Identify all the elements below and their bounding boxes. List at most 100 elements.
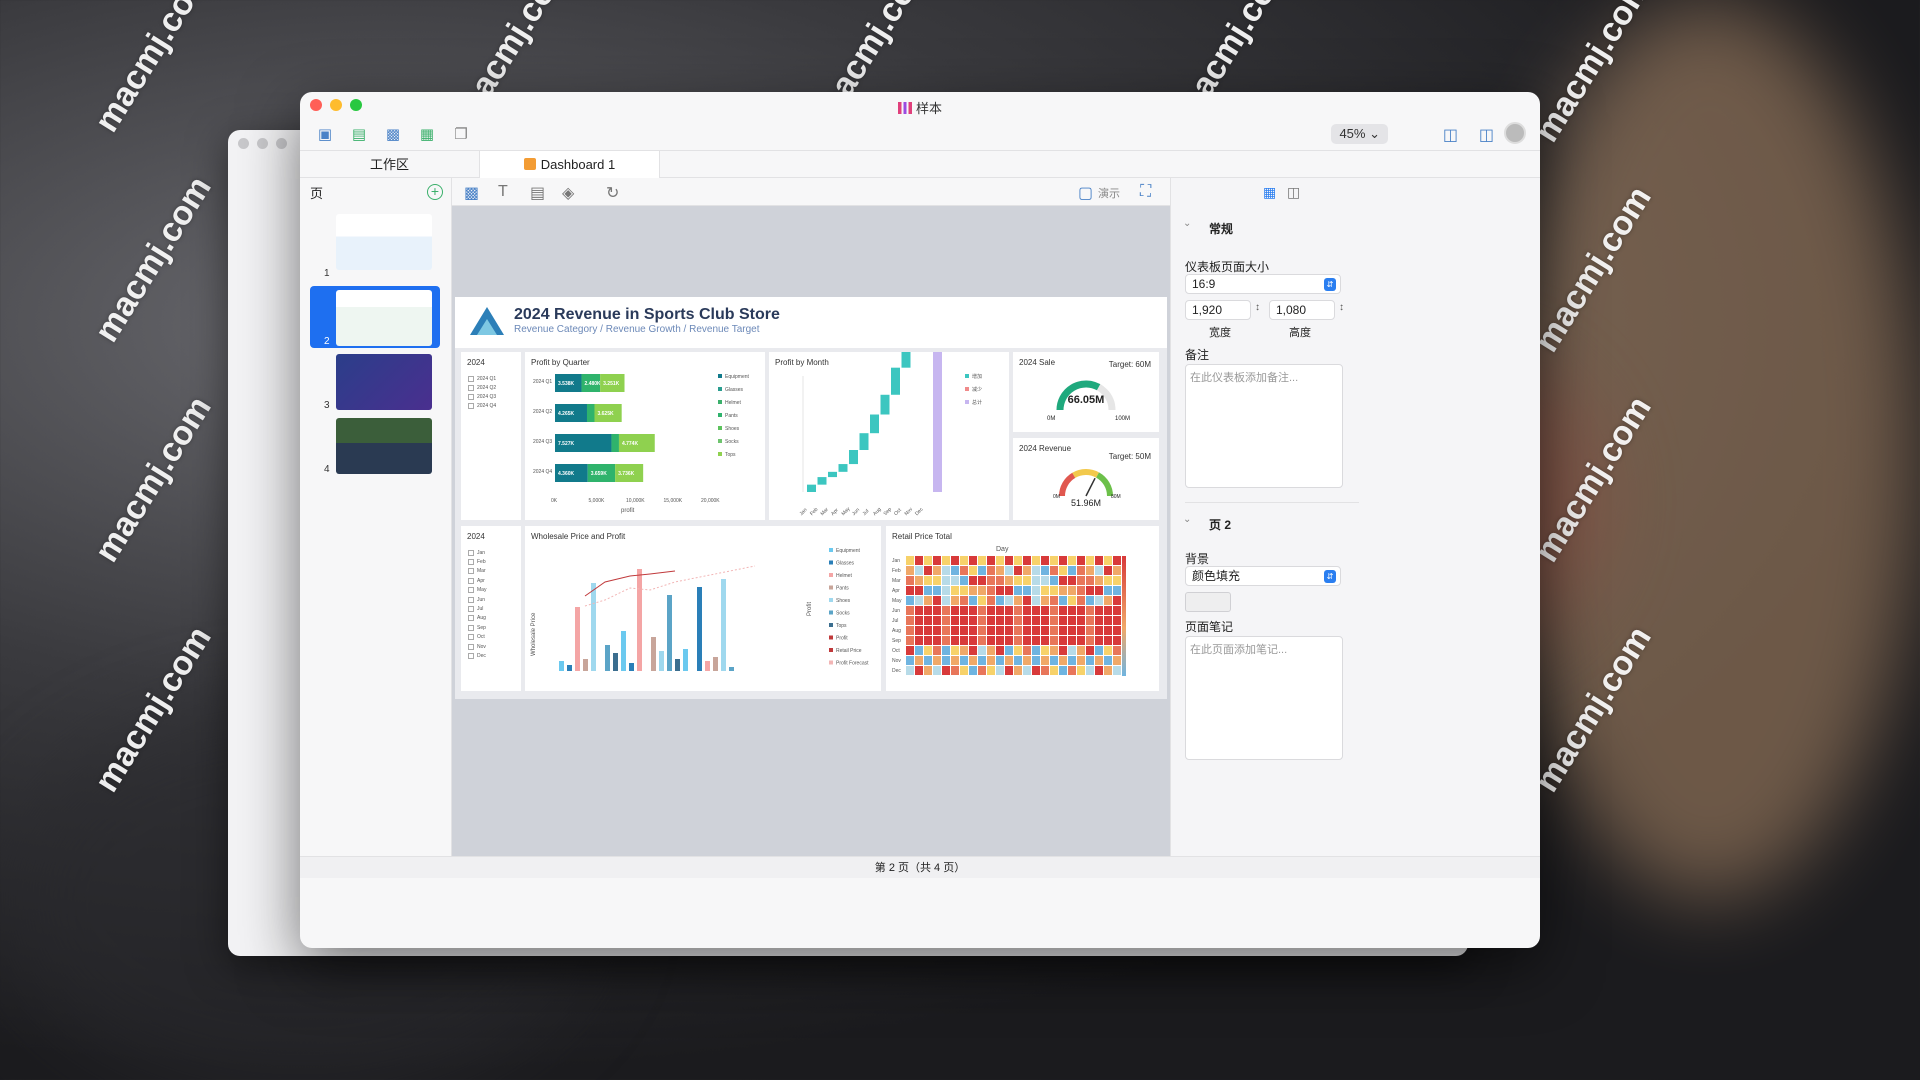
section-page[interactable]: 页 2 [1209,516,1231,533]
filter-item[interactable]: Sep [468,623,486,632]
page-thumbnail-1[interactable] [336,214,432,270]
save-icon[interactable]: ▣ [314,123,336,145]
heat-cell [1014,596,1022,605]
text-icon[interactable]: T [498,183,508,201]
checkbox[interactable] [468,615,474,622]
properties-tab-icon[interactable]: ▦ [1263,184,1276,201]
checkbox[interactable] [468,402,474,409]
chart-add-icon[interactable]: ▩ [382,123,404,145]
filter-item[interactable]: Nov [468,642,486,651]
dashboard-add-icon[interactable]: ▦ [416,123,438,145]
refresh-icon[interactable]: ↻ [606,183,619,203]
height-field[interactable]: 1,080 [1269,300,1335,320]
checkbox[interactable] [468,577,474,584]
present-label[interactable]: 演示 [1098,185,1120,201]
zoom-select[interactable]: 45% ⌄ [1331,124,1388,144]
filter-item[interactable]: Oct [468,633,486,642]
tab-label: 工作区 [369,157,409,172]
heat-cell [1068,566,1076,575]
page-size-select[interactable]: 16:9 ⇵ [1185,274,1341,294]
background-select[interactable]: 颜色填充 ⇵ [1185,566,1341,586]
row-label: Dec [892,668,901,674]
page-thumbnail-3[interactable] [336,354,432,410]
heat-cell [951,636,959,645]
heat-cell [969,566,977,575]
bar [621,631,626,671]
checkbox[interactable] [468,559,474,566]
filter-item[interactable]: Dec [468,651,486,660]
canvas[interactable]: 2024 Revenue in Sports Club Store Revenu… [452,206,1170,856]
filter-item[interactable]: 2024 Q4 [468,401,496,410]
filter-item[interactable]: Jan [468,548,486,557]
heat-cell [960,566,968,575]
heat-cell [1113,596,1121,605]
checkbox[interactable] [468,652,474,659]
tab-dashboard-1[interactable]: Dashboard 1 [480,151,660,178]
tick-label: Jun [851,507,861,517]
page-thumbnail-2[interactable] [336,290,432,346]
checkbox[interactable] [468,634,474,641]
filter-item[interactable]: Jul [468,604,486,613]
filter-item[interactable]: May [468,586,486,595]
heat-cell [951,586,959,595]
checkbox[interactable] [468,596,474,603]
heat-cell [1086,646,1094,655]
filter-item[interactable]: 2024 Q2 [468,383,496,392]
filter-item[interactable]: Mar [468,567,486,576]
left-panel-toggle-icon[interactable]: ◫ [1443,125,1458,145]
fullscreen-icon[interactable]: ⛶ [1140,183,1151,201]
datasource-icon[interactable]: ▤ [348,123,370,145]
avatar[interactable] [1504,122,1526,144]
chart-icon[interactable]: ▩ [464,183,479,203]
page-notes-textarea[interactable]: 在此页面添加笔记... [1185,636,1343,760]
heat-cell [942,566,950,575]
layout-tab-icon[interactable]: ◫ [1287,184,1300,201]
width-field[interactable]: 1,920 [1185,300,1251,320]
present-icon[interactable]: ▢ [1078,183,1093,203]
heat-cell [924,596,932,605]
heat-cell [906,576,914,585]
heat-cell [1095,616,1103,625]
image-icon[interactable]: ▤ [530,183,545,203]
heat-cell [1095,566,1103,575]
heat-cell [1032,586,1040,595]
filter-item[interactable]: Jun [468,595,486,604]
checkbox[interactable] [468,587,474,594]
axis-label: Wholesale Price [531,612,537,656]
notes-textarea[interactable]: 在此仪表板添加备注... [1185,364,1343,488]
width-stepper[interactable]: ↕ [1255,302,1260,313]
height-stepper[interactable]: ↕ [1339,302,1344,313]
heat-cell [978,646,986,655]
checkbox[interactable] [468,549,474,556]
add-page-icon[interactable]: + [427,184,443,200]
bar [870,414,879,434]
checkbox[interactable] [468,568,474,575]
heat-cell [1068,556,1076,565]
heat-cell [924,576,932,585]
filter-item[interactable]: Apr [468,576,486,585]
filter-item[interactable]: 2024 Q1 [468,374,496,383]
checkbox[interactable] [468,624,474,631]
page-thumbnail-4[interactable] [336,418,432,474]
duplicate-icon[interactable]: ❐ [450,123,472,145]
shape-icon[interactable]: ◈ [562,183,574,203]
filter-item[interactable]: Feb [468,557,486,566]
right-panel-toggle-icon[interactable]: ◫ [1479,125,1494,145]
checkbox[interactable] [468,606,474,613]
tab-workspace[interactable]: 工作区 [300,151,480,178]
checkbox[interactable] [468,643,474,650]
bar [651,637,656,671]
checkbox[interactable] [468,375,474,382]
chevron-down-icon[interactable]: ⌄ [1183,218,1191,229]
row-label: Feb [892,568,901,574]
filter-item[interactable]: Aug [468,614,486,623]
tick-label: Sep [883,506,894,517]
checkbox[interactable] [468,393,474,400]
color-swatch[interactable] [1185,592,1231,612]
filter-item[interactable]: 2024 Q3 [468,392,496,401]
heat-cell [1005,566,1013,575]
section-general[interactable]: 常规 [1209,220,1233,237]
tick-label: Apr [830,507,840,517]
chevron-down-icon[interactable]: ⌄ [1183,514,1191,525]
checkbox[interactable] [468,384,474,391]
